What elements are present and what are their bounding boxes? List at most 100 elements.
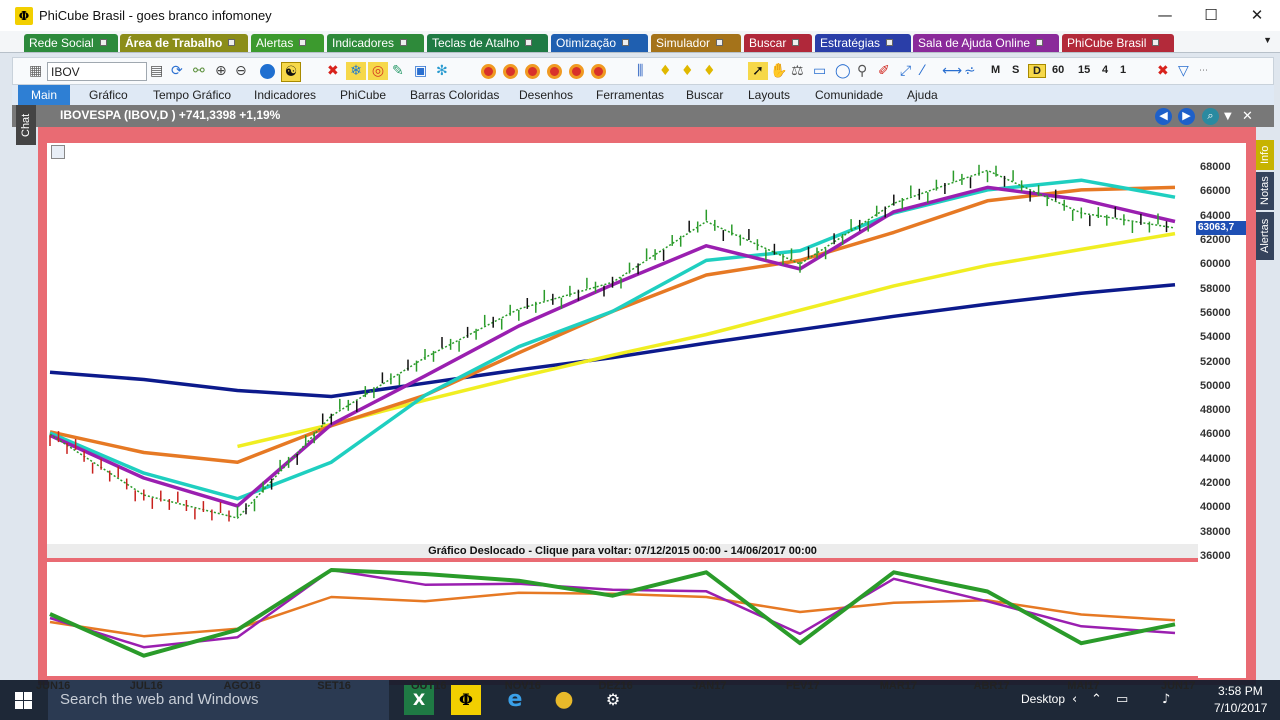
info-icon[interactable] bbox=[260, 64, 275, 79]
remove-drawings-icon[interactable]: ✖ bbox=[1157, 62, 1169, 80]
fibonacci-icon[interactable]: ⩫ bbox=[964, 62, 976, 80]
period-1-button[interactable]: 1 bbox=[1120, 64, 1126, 76]
battery-icon[interactable]: ▭ bbox=[1116, 692, 1128, 707]
ribbon-tab-ajuda[interactable]: Ajuda bbox=[907, 88, 938, 102]
zoom-out-icon[interactable]: ⊖ bbox=[235, 62, 247, 80]
trendline-icon[interactable]: ⤢ bbox=[900, 62, 911, 80]
toolbar-expand-icon[interactable]: ‹ bbox=[1072, 692, 1077, 707]
rectangle-icon[interactable]: ▭ bbox=[813, 62, 826, 80]
oscillator-pane[interactable] bbox=[47, 562, 1198, 676]
shifted-chart-notice[interactable]: Gráfico Deslocado - Clique para voltar: … bbox=[47, 544, 1198, 558]
chat-side-tab[interactable]: Chat bbox=[16, 105, 36, 145]
scale-icon[interactable]: ⚖ bbox=[791, 62, 804, 80]
menu-tab-area-de-trabalho[interactable]: Área de Trabalho bbox=[120, 34, 248, 52]
period-60-button[interactable]: 60 bbox=[1052, 64, 1064, 76]
menu-tab-sala-de-ajuda[interactable]: Sala de Ajuda Online bbox=[913, 34, 1059, 52]
ribbon-tab-ferramentas[interactable]: Ferramentas bbox=[596, 88, 664, 102]
ribbon-tab-main[interactable]: Main bbox=[18, 85, 70, 105]
link-icon[interactable]: ⚯ bbox=[193, 62, 205, 80]
volume-icon[interactable]: ♪ bbox=[1162, 692, 1170, 707]
minimize-button[interactable]: — bbox=[1142, 0, 1188, 31]
menu-tab-estrategias[interactable]: Estratégias bbox=[815, 34, 911, 52]
menu-tab-teclas-de-atalho[interactable]: Teclas de Atalho bbox=[427, 34, 548, 52]
indicator-ring-icon[interactable] bbox=[569, 64, 584, 79]
chrome-app-icon[interactable]: ● bbox=[549, 685, 579, 715]
document-icon[interactable]: ▣ bbox=[414, 62, 427, 80]
menu-tab-simulador[interactable]: Simulador bbox=[651, 34, 741, 52]
menu-overflow-icon[interactable]: ▼ bbox=[1263, 35, 1272, 45]
delete-icon[interactable]: ✖ bbox=[327, 62, 339, 80]
ellipse-icon[interactable]: ◯ bbox=[835, 62, 851, 80]
tab-square-icon bbox=[99, 39, 107, 46]
side-tab-alertas[interactable]: Alertas bbox=[1256, 212, 1274, 260]
maximize-button[interactable]: ☐ bbox=[1188, 0, 1234, 31]
menu-tab-indicadores[interactable]: Indicadores bbox=[327, 34, 424, 52]
ribbon-tab-comunidade[interactable]: Comunidade bbox=[815, 88, 883, 102]
snowflake-icon[interactable]: ❄ bbox=[346, 62, 366, 80]
horizontal-line-icon[interactable]: ⟷ bbox=[942, 62, 962, 80]
symbol-input[interactable] bbox=[47, 62, 147, 81]
ribbon-tab-barras-coloridas[interactable]: Barras Coloridas bbox=[410, 88, 499, 102]
period-4-button[interactable]: 4 bbox=[1102, 64, 1108, 76]
price-pane[interactable] bbox=[47, 143, 1198, 557]
palette-icon[interactable]: ✎ bbox=[392, 62, 404, 80]
refresh-icon[interactable]: ⟳ bbox=[171, 62, 183, 80]
bulb-icon[interactable]: ♦ bbox=[681, 62, 694, 80]
ribbon-tab-desenhos[interactable]: Desenhos bbox=[519, 88, 573, 102]
menu-tab-label: Sala de Ajuda Online bbox=[918, 36, 1031, 50]
chart-menu-icon[interactable]: ▼ bbox=[1224, 108, 1232, 126]
pin-icon[interactable]: ♦ bbox=[659, 62, 672, 80]
chart-zoom-icon[interactable]: ⌕ bbox=[1202, 108, 1219, 125]
lasso-icon[interactable]: ◎ bbox=[368, 62, 388, 80]
pane-settings-icon[interactable] bbox=[51, 145, 65, 159]
hand-icon[interactable]: ✋ bbox=[770, 62, 787, 80]
tray-overflow-icon[interactable]: ⌃ bbox=[1091, 692, 1102, 707]
menu-tab-rede-social[interactable]: Rede Social bbox=[24, 34, 118, 52]
menu-tab-otimizacao[interactable]: Otimização bbox=[551, 34, 648, 52]
ribbon-tab-grafico[interactable]: Gráfico bbox=[89, 88, 128, 102]
phicube-taskbar-icon[interactable]: Φ bbox=[451, 685, 481, 715]
ribbon-tab-bar: Main Gráfico Tempo Gráfico Indicadores P… bbox=[12, 85, 1274, 105]
menu-tab-phicube-brasil[interactable]: PhiCube Brasil bbox=[1062, 34, 1174, 52]
indicator-ring-icon[interactable] bbox=[481, 64, 496, 79]
clock-time[interactable]: 3:58 PM bbox=[1218, 684, 1263, 698]
grid-icon[interactable]: ▦ bbox=[29, 62, 42, 80]
chart-type-icon[interactable]: ▤ bbox=[150, 62, 163, 80]
bars-icon[interactable]: ⫼ bbox=[637, 62, 643, 80]
chart-forward-icon[interactable]: ▶ bbox=[1178, 108, 1195, 125]
close-button[interactable]: ✕ bbox=[1234, 0, 1280, 31]
menu-tab-buscar[interactable]: Buscar bbox=[744, 34, 812, 52]
windows-start-icon[interactable] bbox=[15, 692, 32, 709]
clock-date[interactable]: 7/10/2017 bbox=[1214, 701, 1267, 715]
line-icon[interactable]: ⁄ bbox=[921, 62, 923, 80]
indicator-ring-icon[interactable] bbox=[525, 64, 540, 79]
ribbon-tab-tempo-grafico[interactable]: Tempo Gráfico bbox=[153, 88, 231, 102]
chart-back-icon[interactable]: ◀ bbox=[1155, 108, 1172, 125]
indicator-ring-icon[interactable] bbox=[547, 64, 562, 79]
menu-tab-alertas[interactable]: Alertas bbox=[251, 34, 324, 52]
filter-icon[interactable]: ▽ bbox=[1178, 62, 1189, 80]
period-day-button[interactable]: D bbox=[1028, 64, 1046, 78]
cursor-icon[interactable]: ➚ bbox=[748, 62, 768, 80]
bulb-icon[interactable]: ♦ bbox=[703, 62, 716, 80]
ribbon-tab-layouts[interactable]: Layouts bbox=[748, 88, 790, 102]
ribbon-tab-phicube[interactable]: PhiCube bbox=[340, 88, 386, 102]
period-week-button[interactable]: S bbox=[1012, 64, 1019, 76]
more-icon[interactable]: ⋯ bbox=[1199, 62, 1208, 80]
desktop-toolbar-label[interactable]: Desktop bbox=[1021, 692, 1065, 706]
chart-close-icon[interactable]: ✕ bbox=[1242, 108, 1253, 126]
indicator-ring-icon[interactable] bbox=[503, 64, 518, 79]
ribbon-tab-buscar[interactable]: Buscar bbox=[686, 88, 723, 102]
side-tab-info[interactable]: Info bbox=[1256, 140, 1274, 170]
settings-icon[interactable]: ✻ bbox=[436, 62, 448, 80]
ribbon-tab-indicadores[interactable]: Indicadores bbox=[254, 88, 316, 102]
zoom-in-icon[interactable]: ⊕ bbox=[215, 62, 227, 80]
pencil-icon[interactable]: ✐ bbox=[878, 62, 890, 80]
indicator-ring-icon[interactable] bbox=[591, 64, 606, 79]
y-tick-label: 56000 bbox=[1200, 306, 1231, 319]
period-month-button[interactable]: M bbox=[991, 64, 1000, 76]
side-tab-notas[interactable]: Notas bbox=[1256, 172, 1274, 210]
yin-yang-icon[interactable]: ☯ bbox=[281, 62, 301, 82]
magnifier-icon[interactable]: ⚲ bbox=[857, 62, 867, 80]
period-15-button[interactable]: 15 bbox=[1078, 64, 1090, 76]
